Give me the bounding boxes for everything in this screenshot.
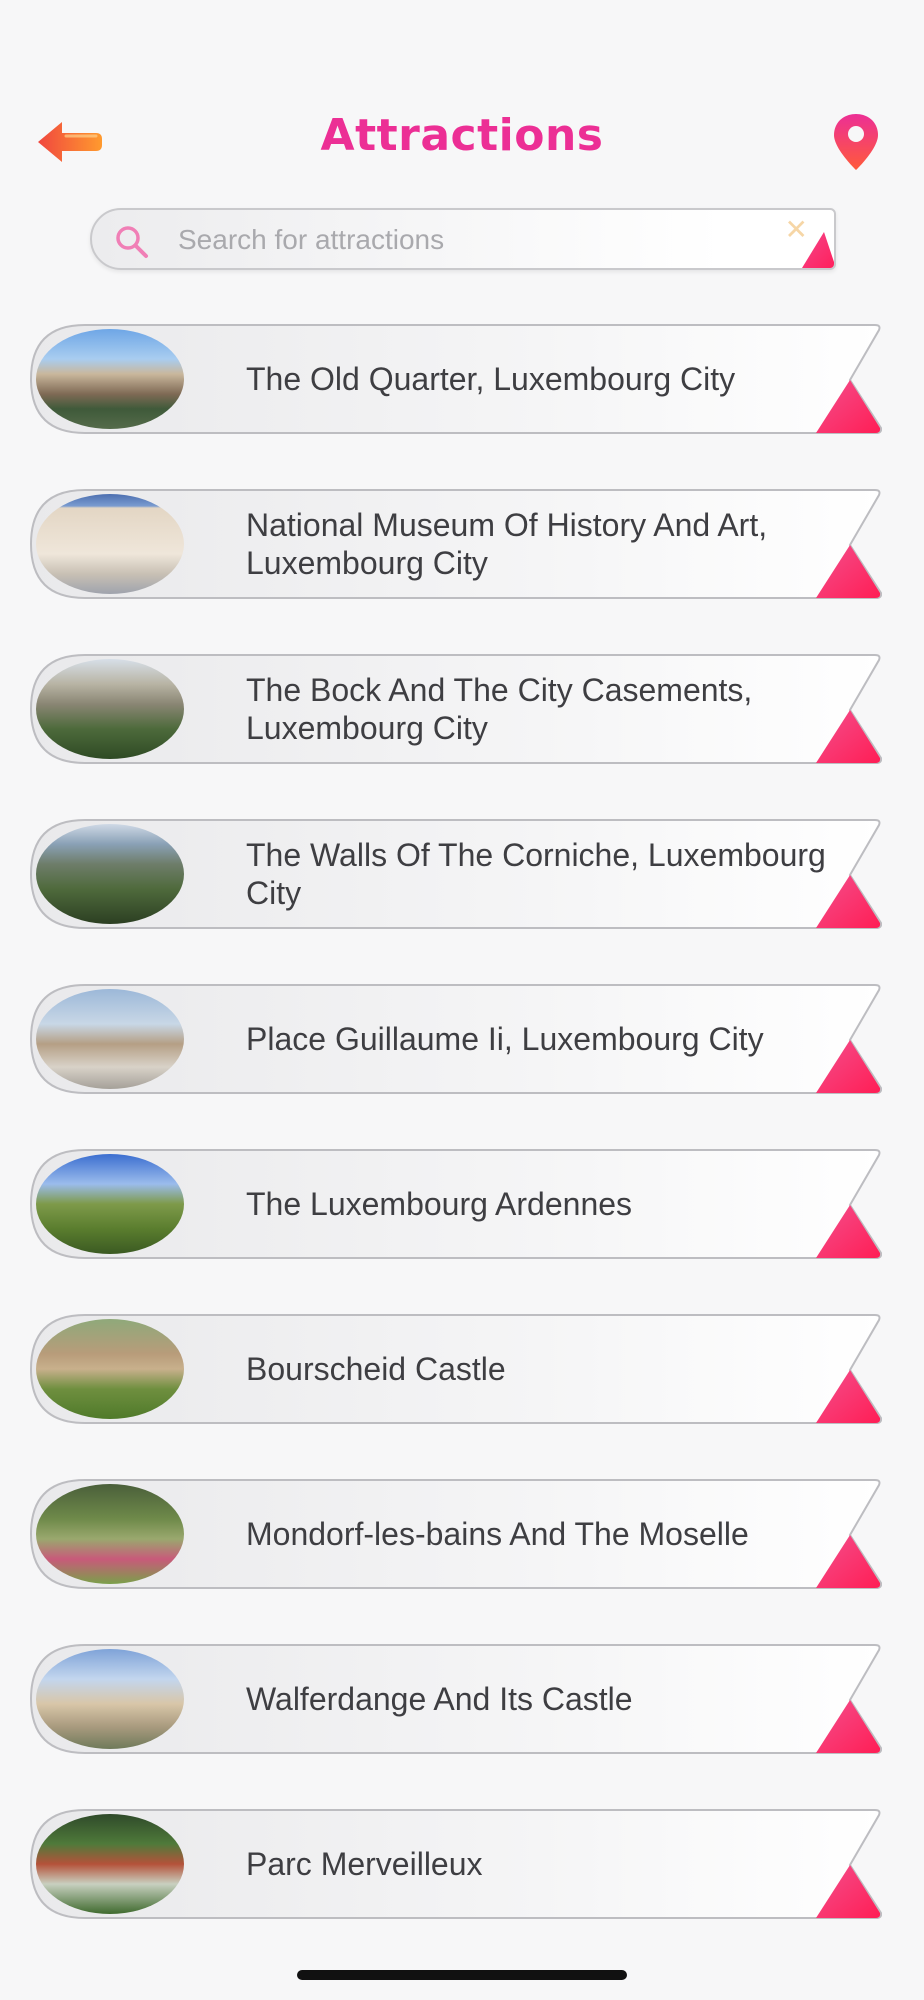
parc-merveilleux-photo xyxy=(36,1814,184,1914)
header: Attractions xyxy=(0,100,924,180)
list-item-label: Walferdange And Its Castle xyxy=(246,1681,633,1717)
museum-photo xyxy=(36,494,184,594)
list-item-label: The Walls Of The Corniche, Luxembourg Ci… xyxy=(246,837,826,911)
home-indicator xyxy=(297,1970,627,1980)
corniche-walls-photo xyxy=(36,824,184,924)
attractions-screen: Attractions ✕ xyxy=(0,0,924,2000)
list-item[interactable]: The Walls Of The Corniche, Luxembourg Ci… xyxy=(30,819,882,929)
list-item[interactable]: Walferdange And Its Castle xyxy=(30,1644,882,1754)
list-item[interactable]: Place Guillaume Ii, Luxembourg City xyxy=(30,984,882,1094)
attractions-list: The Old Quarter, Luxembourg City Nationa… xyxy=(30,324,882,1974)
ardennes-photo xyxy=(36,1154,184,1254)
list-item[interactable]: Parc Merveilleux xyxy=(30,1809,882,1919)
list-item[interactable]: The Luxembourg Ardennes xyxy=(30,1149,882,1259)
list-item[interactable]: Bourscheid Castle xyxy=(30,1314,882,1424)
old-quarter-photo xyxy=(36,329,184,429)
bourscheid-castle-photo xyxy=(36,1319,184,1419)
list-item[interactable]: Mondorf-les-bains And The Moselle xyxy=(30,1479,882,1589)
map-pin-icon xyxy=(834,114,878,170)
search-bar: ✕ xyxy=(90,208,836,270)
list-item-label: National Museum Of History And Art, Luxe… xyxy=(246,507,768,581)
mondorf-photo xyxy=(36,1484,184,1584)
list-item-label: Place Guillaume Ii, Luxembourg City xyxy=(246,1021,764,1057)
place-guillaume-photo xyxy=(36,989,184,1089)
list-item-label: The Bock And The City Casements, Luxembo… xyxy=(246,672,753,746)
search-corner-decoration xyxy=(802,232,834,268)
list-item-label: Bourscheid Castle xyxy=(246,1351,506,1387)
list-item-label: The Old Quarter, Luxembourg City xyxy=(246,361,736,397)
page-title: Attractions xyxy=(320,110,604,161)
list-item-label: Parc Merveilleux xyxy=(246,1846,483,1882)
list-item[interactable]: The Bock And The City Casements, Luxembo… xyxy=(30,654,882,764)
search-input[interactable] xyxy=(176,210,740,268)
map-button[interactable] xyxy=(832,112,880,172)
list-item[interactable]: The Old Quarter, Luxembourg City xyxy=(30,324,882,434)
list-item-label: The Luxembourg Ardennes xyxy=(246,1186,633,1222)
walferdange-castle-photo xyxy=(36,1649,184,1749)
list-item[interactable]: National Museum Of History And Art, Luxe… xyxy=(30,489,882,599)
bock-casements-photo xyxy=(36,659,184,759)
search-icon xyxy=(116,226,148,258)
list-item-label: Mondorf-les-bains And The Moselle xyxy=(246,1516,749,1552)
